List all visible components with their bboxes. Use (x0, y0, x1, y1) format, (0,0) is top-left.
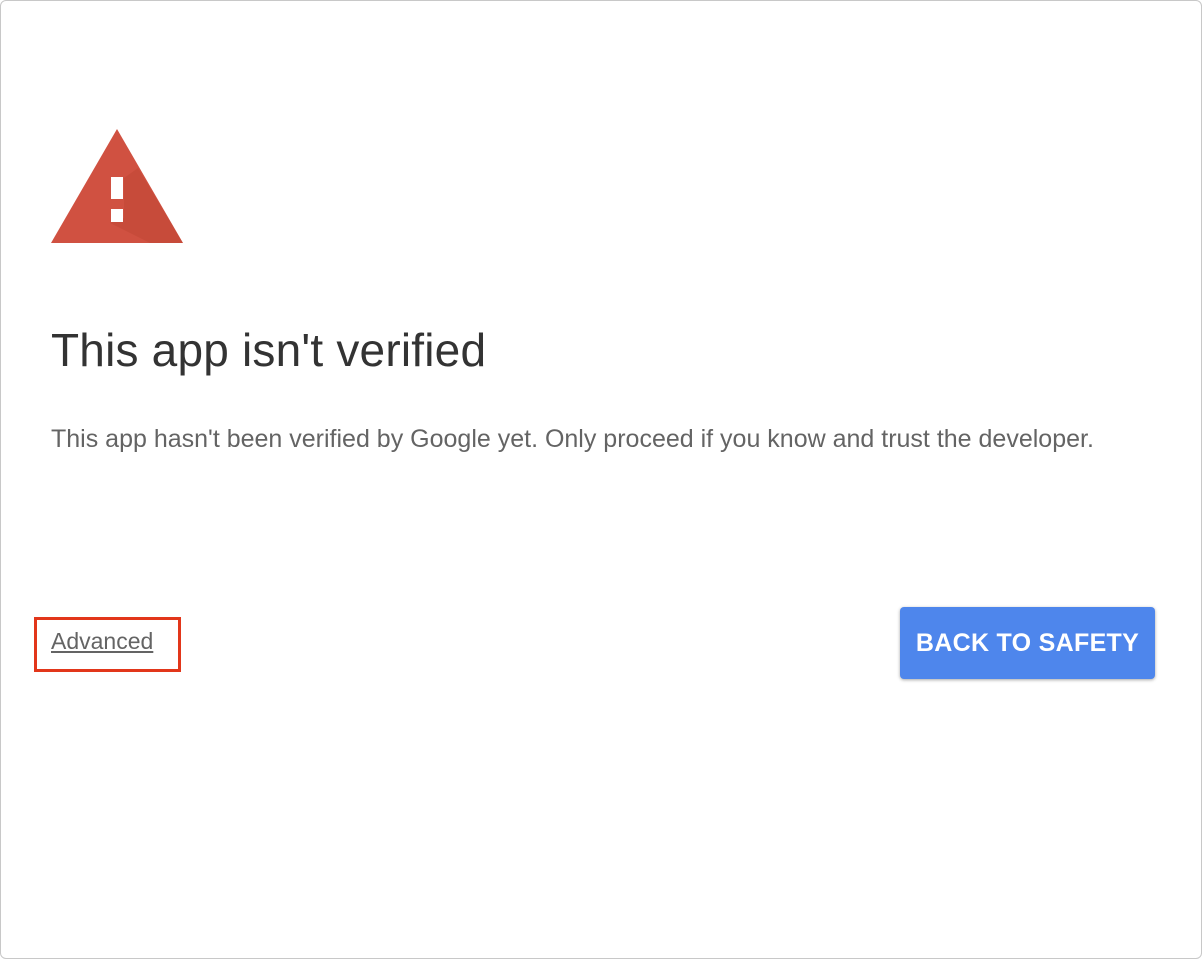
page-title: This app isn't verified (51, 324, 487, 376)
back-to-safety-button[interactable]: BACK TO SAFETY (900, 607, 1155, 679)
interstitial-dialog: This app isn't verified This app hasn't … (0, 0, 1202, 959)
warning-triangle-icon (51, 129, 183, 243)
advanced-link[interactable]: Advanced (51, 628, 153, 655)
description-text: This app hasn't been verified by Google … (51, 425, 1094, 453)
